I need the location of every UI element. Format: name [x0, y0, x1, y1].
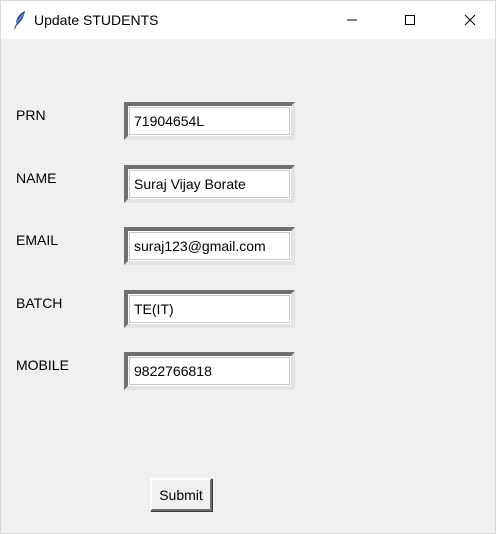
name-entry	[124, 165, 295, 203]
email-label: EMAIL	[16, 232, 59, 248]
mobile-entry	[124, 352, 295, 390]
email-input[interactable]	[129, 232, 290, 260]
minimize-button[interactable]	[329, 1, 375, 39]
submit-button[interactable]: Submit	[150, 478, 212, 511]
maximize-icon	[404, 14, 416, 26]
prn-input[interactable]	[129, 107, 290, 135]
prn-label: PRN	[16, 107, 46, 123]
update-students-window: Update STUDENTS PRN NAME E	[0, 0, 496, 534]
email-entry	[124, 227, 295, 265]
close-button[interactable]	[447, 1, 493, 39]
name-label: NAME	[16, 170, 57, 186]
batch-input[interactable]	[129, 295, 290, 323]
feather-icon	[12, 10, 26, 30]
minimize-icon	[346, 14, 358, 26]
maximize-button[interactable]	[387, 1, 433, 39]
name-input[interactable]	[129, 170, 290, 198]
batch-label: BATCH	[16, 295, 63, 311]
mobile-label: MOBILE	[16, 357, 69, 373]
batch-entry	[124, 290, 295, 328]
title-bar[interactable]: Update STUDENTS	[1, 1, 495, 39]
window-title: Update STUDENTS	[34, 12, 159, 28]
prn-entry	[124, 102, 295, 140]
close-icon	[464, 14, 476, 26]
mobile-input[interactable]	[129, 357, 290, 385]
